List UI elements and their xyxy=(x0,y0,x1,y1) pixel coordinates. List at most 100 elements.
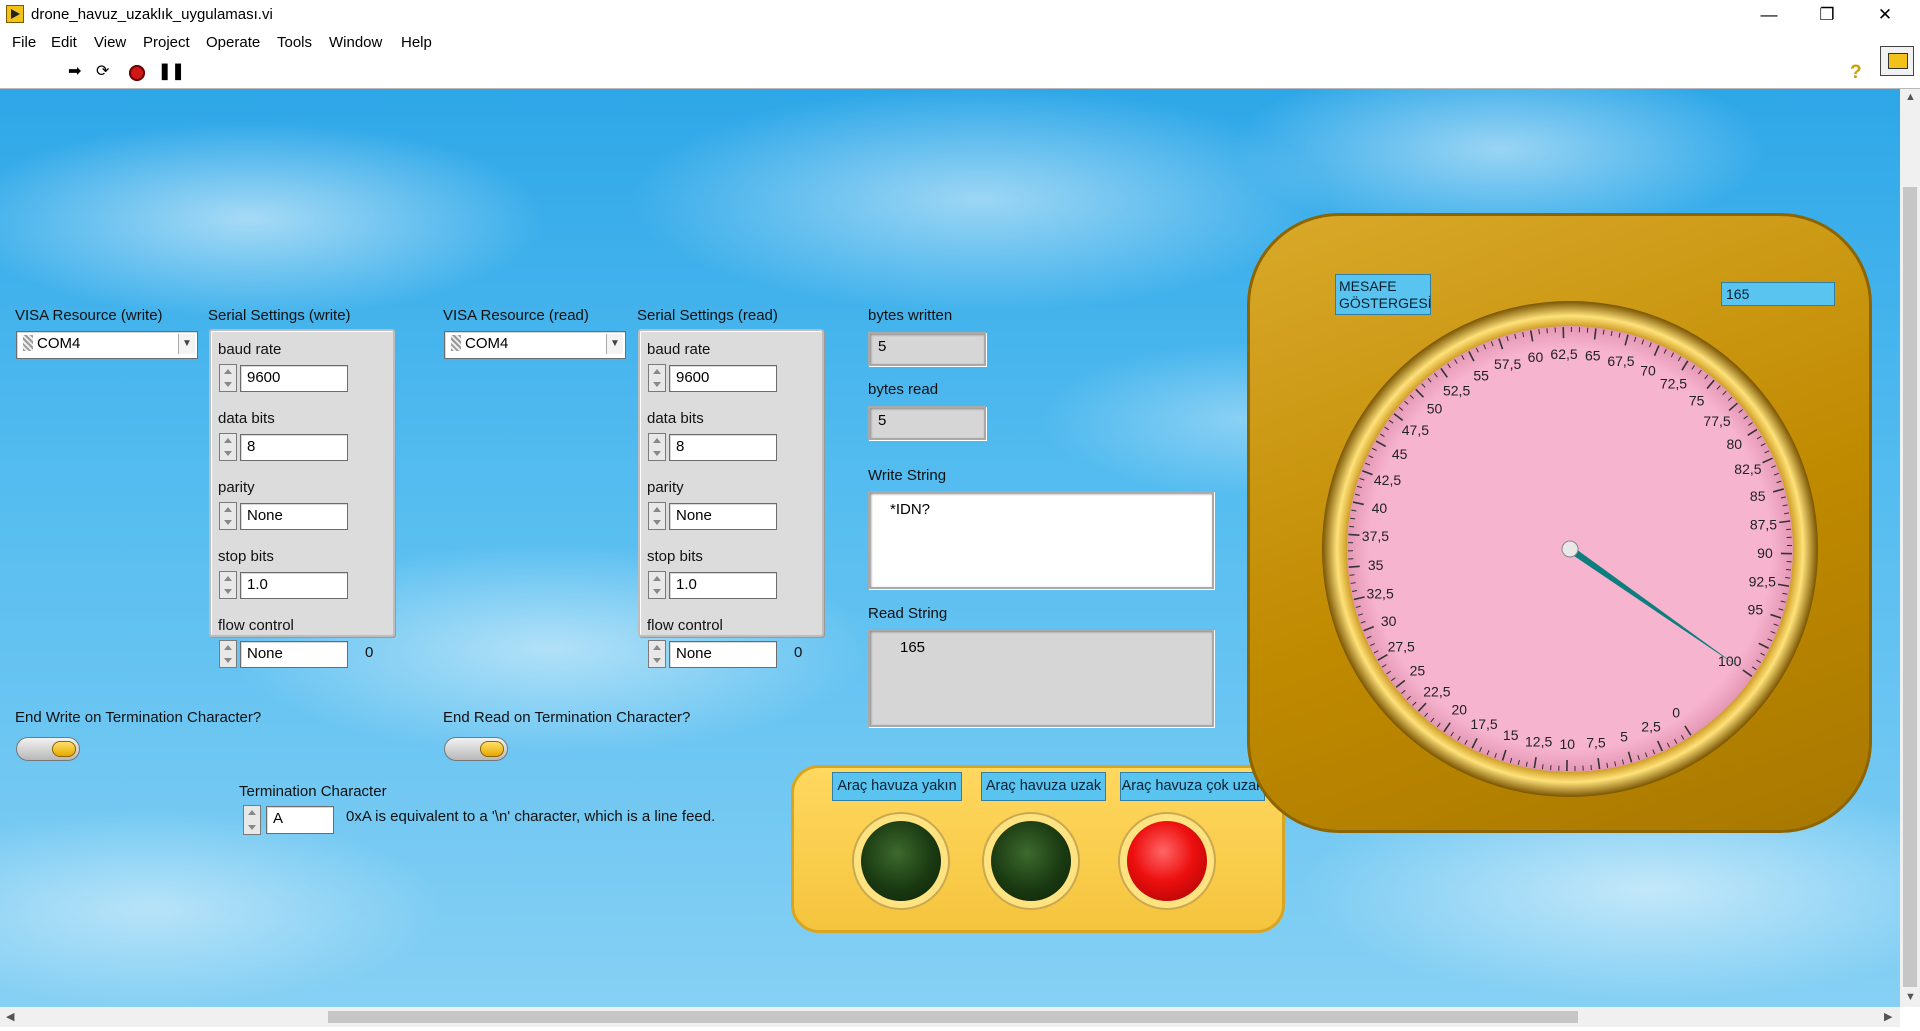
parity-spinner[interactable] xyxy=(648,502,666,530)
gauge-tick-label: 57,5 xyxy=(1494,356,1521,372)
vertical-scrollbar[interactable]: ▲ ▼ xyxy=(1900,89,1920,1007)
termination-spinner[interactable] xyxy=(243,805,261,835)
flow-control-index: 0 xyxy=(365,644,374,661)
gauge-tick-label: 55 xyxy=(1473,367,1489,383)
flow-control-spinner[interactable] xyxy=(648,640,666,668)
stop-bits-input[interactable]: 1.0 xyxy=(669,572,777,599)
gauge-major-tick xyxy=(1348,565,1360,568)
baud-rate-spinner[interactable] xyxy=(219,364,237,392)
menu-bar: File Edit View Project Operate Tools Win… xyxy=(0,30,1920,56)
write-string-value: *IDN? xyxy=(890,501,931,518)
gauge-tick-label: 15 xyxy=(1503,727,1519,743)
gauge-tick-label: 20 xyxy=(1451,702,1467,718)
gauge-tick-label: 37,5 xyxy=(1362,528,1389,544)
gauge-tick-label: 12,5 xyxy=(1525,733,1552,749)
gauge-tick-label: 45 xyxy=(1392,446,1408,462)
flow-control-spinner[interactable] xyxy=(219,640,237,668)
chevron-down-icon[interactable]: ▼ xyxy=(178,334,195,354)
termination-input[interactable]: A xyxy=(266,806,334,834)
menu-tools[interactable]: Tools xyxy=(277,34,312,51)
write-string-input[interactable]: *IDN? xyxy=(868,491,1214,589)
gauge-tick-label: 60 xyxy=(1528,349,1544,365)
abort-icon[interactable] xyxy=(129,65,145,81)
run-arrow-icon[interactable]: ➡ xyxy=(68,64,81,80)
stop-bits-label: stop bits xyxy=(647,548,703,565)
read-string-indicator: 165 xyxy=(868,629,1214,727)
gauge-tick-label: 40 xyxy=(1372,500,1388,516)
front-panel: VISA Resource (write) COM4 ▼ Serial Sett… xyxy=(0,89,1900,1007)
stop-bits-spinner[interactable] xyxy=(648,571,666,599)
menu-project[interactable]: Project xyxy=(143,34,190,51)
stop-bits-spinner[interactable] xyxy=(219,571,237,599)
gauge-minor-tick xyxy=(1546,328,1548,334)
stop-bits-input[interactable]: 1.0 xyxy=(240,572,348,599)
parity-input[interactable]: None xyxy=(240,503,348,530)
parity-spinner[interactable] xyxy=(219,502,237,530)
data-bits-input[interactable]: 8 xyxy=(240,434,348,461)
end-read-toggle[interactable] xyxy=(444,737,508,761)
visa-read-select[interactable]: COM4 ▼ xyxy=(444,331,626,359)
horizontal-scroll-thumb[interactable] xyxy=(328,1011,1578,1023)
data-bits-label: data bits xyxy=(218,410,275,427)
gauge-tick-label: 92,5 xyxy=(1749,574,1776,590)
flow-control-label: flow control xyxy=(218,617,294,634)
stop-bits-label: stop bits xyxy=(218,548,274,565)
gauge-tick-label: 77,5 xyxy=(1703,413,1730,429)
termination-note: 0xA is equivalent to a '\n' character, w… xyxy=(346,808,716,825)
data-bits-spinner[interactable] xyxy=(648,433,666,461)
gauge-tick-label: 25 xyxy=(1410,662,1426,678)
run-continuously-icon[interactable]: ⟳ xyxy=(96,64,109,80)
gauge-minor-tick xyxy=(1350,517,1356,520)
baud-rate-input[interactable]: 9600 xyxy=(240,365,348,392)
scroll-down-icon[interactable]: ▼ xyxy=(1905,991,1916,1003)
horizontal-scrollbar[interactable]: ◀ ▶ xyxy=(0,1007,1900,1027)
gauge-minor-tick xyxy=(1349,574,1355,576)
pause-icon[interactable]: ❚❚ xyxy=(158,64,185,80)
gauge-tick-label: 17,5 xyxy=(1470,716,1497,732)
scroll-right-icon[interactable]: ▶ xyxy=(1884,1010,1892,1023)
menu-help[interactable]: Help xyxy=(401,34,432,51)
serial-write-label: Serial Settings (write) xyxy=(208,307,351,324)
scroll-up-icon[interactable]: ▲ xyxy=(1905,91,1916,103)
lamp-label-2: Araç havuza uzak xyxy=(981,772,1106,801)
serial-read-label: Serial Settings (read) xyxy=(637,307,778,324)
end-write-toggle[interactable] xyxy=(16,737,80,761)
data-bits-input[interactable]: 8 xyxy=(669,434,777,461)
visa-read-value: COM4 xyxy=(465,335,509,352)
menu-file[interactable]: File xyxy=(12,34,36,51)
chevron-down-icon[interactable]: ▼ xyxy=(606,334,623,354)
minimize-button[interactable]: — xyxy=(1740,0,1798,30)
menu-edit[interactable]: Edit xyxy=(51,34,77,51)
data-bits-label: data bits xyxy=(647,410,704,427)
flow-control-input[interactable]: None xyxy=(240,641,348,668)
gauge-tick-label: 0 xyxy=(1672,705,1680,721)
gauge-tick-label: 27,5 xyxy=(1388,639,1415,655)
vertical-scroll-thumb[interactable] xyxy=(1903,187,1917,987)
close-button[interactable]: ✕ xyxy=(1856,0,1914,30)
baud-rate-input[interactable]: 9600 xyxy=(669,365,777,392)
menu-window[interactable]: Window xyxy=(329,34,382,51)
gauge-tick-label: 22,5 xyxy=(1423,683,1450,699)
gauge-tick-label: 50 xyxy=(1427,401,1443,417)
baud-rate-spinner[interactable] xyxy=(648,364,666,392)
read-string-value: 165 xyxy=(900,639,926,656)
gauge-tick-label: 32,5 xyxy=(1366,585,1393,601)
visa-write-label: VISA Resource (write) xyxy=(15,307,163,324)
parity-input[interactable]: None xyxy=(669,503,777,530)
menu-operate[interactable]: Operate xyxy=(206,34,260,51)
gauge-tick-label: 7,5 xyxy=(1586,734,1606,750)
restore-button[interactable]: ❐ xyxy=(1798,0,1856,30)
data-bits-spinner[interactable] xyxy=(219,433,237,461)
termination-label: Termination Character xyxy=(239,783,387,800)
gauge-minor-tick xyxy=(1785,576,1791,579)
flow-control-input[interactable]: None xyxy=(669,641,777,668)
gauge-tick-label: 47,5 xyxy=(1402,422,1429,438)
visa-write-select[interactable]: COM4 ▼ xyxy=(16,331,198,359)
bytes-written-label: bytes written xyxy=(868,307,953,324)
scroll-left-icon[interactable]: ◀ xyxy=(6,1010,14,1023)
gauge-tick-label: 67,5 xyxy=(1607,353,1634,369)
menu-view[interactable]: View xyxy=(94,34,126,51)
gauge-tick-label: 5 xyxy=(1620,728,1628,744)
context-help-icon[interactable]: ? xyxy=(1850,62,1862,84)
status-lamp-1 xyxy=(861,821,941,901)
